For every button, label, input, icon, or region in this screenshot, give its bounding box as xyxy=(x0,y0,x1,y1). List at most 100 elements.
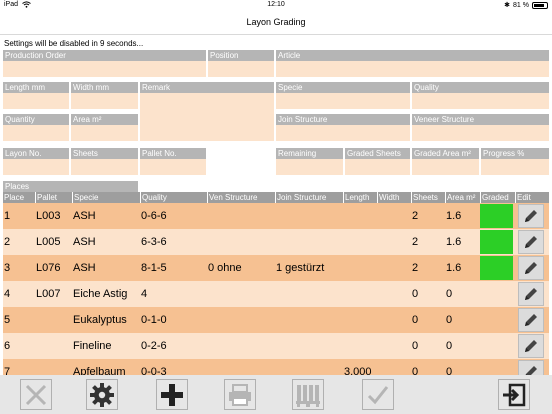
veneer-structure-label: Veneer Structure xyxy=(412,114,549,125)
cell-quality: 0-2-6 xyxy=(141,340,167,352)
cell-width xyxy=(377,255,411,281)
remark-label: Remark xyxy=(140,82,274,93)
specie-label: Specie xyxy=(276,82,410,93)
area-label: Area m² xyxy=(71,114,138,125)
graded-sheets-field xyxy=(345,159,410,175)
close-button[interactable] xyxy=(20,379,52,410)
table-row[interactable]: 4 L007 Eiche Astig 4 0 0 xyxy=(3,281,549,307)
graded-indicator xyxy=(480,230,513,254)
table-row[interactable]: 6 Fineline 0-2-6 0 0 xyxy=(3,333,549,359)
graded-sheets-label: Graded Sheets xyxy=(345,148,410,159)
cell-length xyxy=(343,333,377,359)
pencil-icon xyxy=(525,262,537,274)
position-field[interactable] xyxy=(208,61,274,77)
bluetooth-icon: ✱ xyxy=(504,2,511,9)
cell-area: 1.6 xyxy=(446,236,462,248)
area-field[interactable] xyxy=(71,125,138,141)
edit-button[interactable] xyxy=(518,360,544,375)
print-button[interactable] xyxy=(224,379,256,410)
cell-sheets: 2 xyxy=(412,262,419,274)
cell-length: 3.000 xyxy=(344,366,372,375)
width-mm-label: Width mm xyxy=(71,82,138,93)
table-row[interactable]: 5 Eukalyptus 0-1-0 0 0 xyxy=(3,307,549,333)
table-row[interactable]: 7 Apfelbaum 0-0-3 3.000 0 0 xyxy=(3,359,549,375)
col-sheets: Sheets xyxy=(411,192,445,203)
position-label: Position xyxy=(208,50,274,61)
col-specie: Specie xyxy=(72,192,140,203)
join-structure-field[interactable] xyxy=(276,125,410,141)
cell-ven-structure xyxy=(207,359,275,375)
page-title: Layon Grading xyxy=(246,17,306,27)
join-structure-label: Join Structure xyxy=(276,114,410,125)
cell-length xyxy=(343,203,377,229)
logout-icon xyxy=(503,383,526,406)
production-order-label: Production Order xyxy=(3,50,206,61)
pencil-icon xyxy=(525,340,537,352)
specie-field[interactable] xyxy=(276,93,410,109)
cell-quality: 6-3-6 xyxy=(141,236,167,248)
cell-area: 0 xyxy=(446,288,453,300)
battery-icon xyxy=(532,1,548,9)
cell-length xyxy=(343,307,377,333)
graded-indicator xyxy=(480,334,513,358)
layon-no-field[interactable] xyxy=(3,159,69,175)
cell-pallet: L007 xyxy=(36,288,61,300)
cell-width xyxy=(377,203,411,229)
cell-sheets: 0 xyxy=(412,288,419,300)
clock: 12:10 xyxy=(267,1,285,8)
nav-divider xyxy=(0,34,552,35)
battery-percent: 81 % xyxy=(513,1,529,9)
graded-indicator xyxy=(480,282,513,306)
veneer-structure-field[interactable] xyxy=(412,125,549,141)
add-button[interactable] xyxy=(156,379,188,410)
edit-button[interactable] xyxy=(518,334,544,358)
cell-length xyxy=(343,281,377,307)
sheets-field[interactable] xyxy=(71,159,138,175)
confirm-button[interactable] xyxy=(362,379,394,410)
table-header: Place Pallet Specie Quality Ven Structur… xyxy=(3,192,549,203)
cell-pallet xyxy=(35,359,72,375)
graded-indicator xyxy=(480,204,513,228)
plus-icon xyxy=(161,383,183,406)
table-row[interactable]: 3 L076 ASH 8-1-5 0 ohne 1 gestürzt 2 1.6 xyxy=(3,255,549,281)
cell-quality: 8-1-5 xyxy=(141,262,167,274)
cell-join-structure xyxy=(275,307,343,333)
cell-sheets: 2 xyxy=(412,236,419,248)
cell-area: 1.6 xyxy=(446,210,462,222)
cell-ven-structure xyxy=(207,333,275,359)
edit-button[interactable] xyxy=(518,256,544,280)
article-field[interactable] xyxy=(276,61,549,77)
cell-join-structure xyxy=(275,333,343,359)
logout-button[interactable] xyxy=(498,379,530,410)
pencil-icon xyxy=(525,236,537,248)
pallet-no-field[interactable] xyxy=(140,159,206,175)
remark-field[interactable] xyxy=(140,93,274,141)
table-row[interactable]: 1 L003 ASH 0-6-6 2 1.6 xyxy=(3,203,549,229)
col-area: Area m² xyxy=(445,192,480,203)
cell-length xyxy=(343,255,377,281)
pallet-button[interactable] xyxy=(292,379,324,410)
production-order-field[interactable] xyxy=(3,61,206,77)
col-pallet: Pallet xyxy=(35,192,72,203)
bottom-toolbar xyxy=(0,375,552,414)
cell-width xyxy=(377,281,411,307)
quality-field[interactable] xyxy=(412,93,549,109)
length-mm-field[interactable] xyxy=(3,93,69,109)
edit-button[interactable] xyxy=(518,230,544,254)
width-mm-field[interactable] xyxy=(71,93,138,109)
col-place: Place xyxy=(4,193,25,202)
settings-button[interactable] xyxy=(86,379,118,410)
cell-specie: Eukalyptus xyxy=(73,314,127,326)
quantity-field[interactable] xyxy=(3,125,69,141)
cell-place: 2 xyxy=(4,236,11,248)
pallet-no-label: Pallet No. xyxy=(140,148,206,159)
table-row[interactable]: 2 L005 ASH 6-3-6 2 1.6 xyxy=(3,229,549,255)
edit-button[interactable] xyxy=(518,204,544,228)
cell-place: 3 xyxy=(4,262,11,274)
cell-area: 0 xyxy=(446,366,453,375)
cell-specie: ASH xyxy=(73,210,96,222)
edit-button[interactable] xyxy=(518,308,544,332)
edit-button[interactable] xyxy=(518,282,544,306)
cell-pallet: L003 xyxy=(36,210,61,222)
graded-area-field xyxy=(412,159,479,175)
